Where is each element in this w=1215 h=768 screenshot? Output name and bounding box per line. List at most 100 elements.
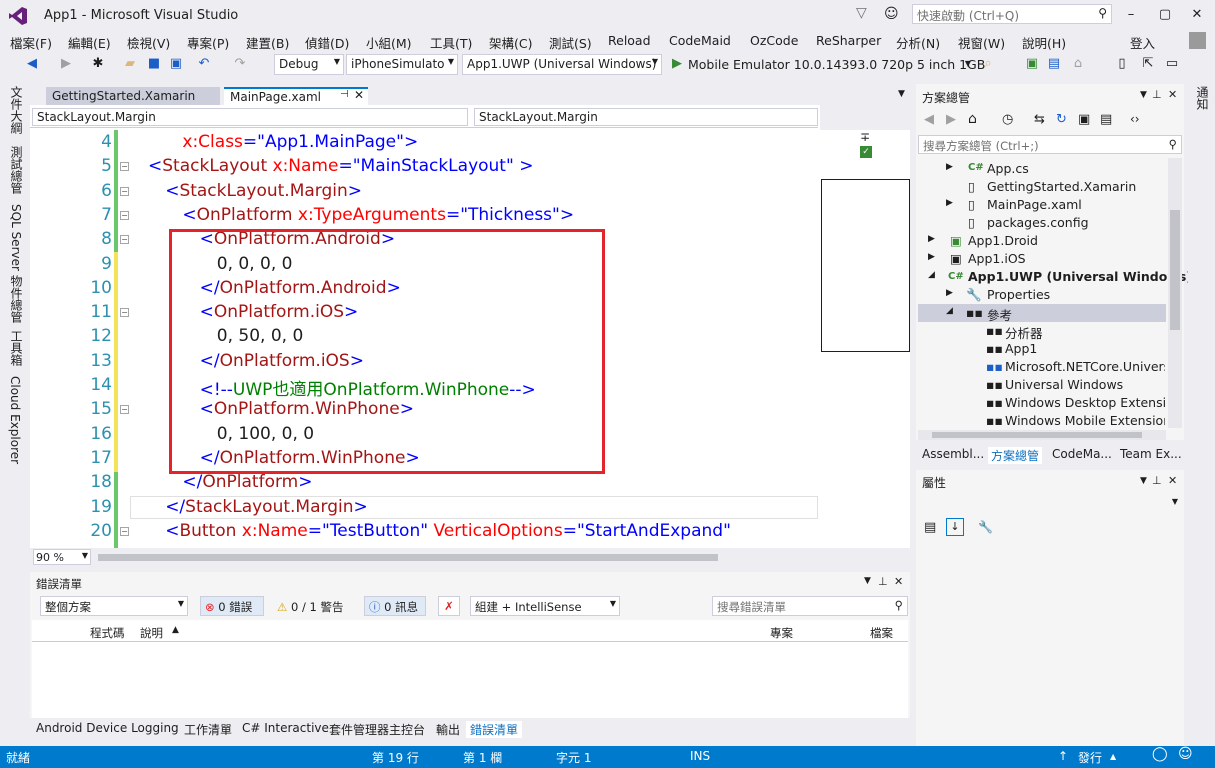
collapse-icon[interactable]: ◢ bbox=[928, 270, 935, 280]
code-line[interactable]: </StackLayout.Margin> bbox=[165, 497, 368, 517]
tree-item-references[interactable]: 參考 bbox=[987, 305, 1012, 324]
account-avatar-icon[interactable] bbox=[1189, 32, 1206, 49]
pin-icon[interactable]: ⊥ bbox=[1152, 474, 1162, 487]
find-in-files-icon[interactable]: ⌕ bbox=[980, 56, 996, 72]
zoom-dropdown[interactable]: 90 % ▼ bbox=[33, 549, 91, 565]
categorized-icon[interactable]: ▤ bbox=[924, 520, 936, 535]
menu-architecture[interactable]: 架構(C) bbox=[489, 33, 532, 52]
menu-analyze[interactable]: 分析(N) bbox=[896, 33, 940, 52]
tab-team-explorer[interactable]: Team Ex... bbox=[1120, 447, 1182, 461]
new-project-icon[interactable]: ✱ bbox=[90, 56, 106, 72]
collapse-all-icon[interactable]: ▣ bbox=[1078, 112, 1090, 127]
alphabetical-icon[interactable]: ↓ bbox=[946, 518, 964, 536]
history-icon[interactable]: ◷ bbox=[1002, 112, 1013, 127]
fold-toggle-icon[interactable]: − bbox=[120, 308, 129, 318]
code-line[interactable]: <StackLayout.Margin> bbox=[165, 181, 362, 201]
expand-icon[interactable]: ▶ bbox=[946, 198, 953, 208]
tab-solution-explorer[interactable]: 方案總管 bbox=[988, 447, 1043, 464]
solution-search-input[interactable]: 搜尋方案總管 (Ctrl+;) ⚲ bbox=[918, 135, 1182, 154]
scrollbar-thumb[interactable] bbox=[1170, 210, 1180, 330]
status-notification-icon[interactable]: ◯ bbox=[1152, 746, 1168, 762]
solution-configuration-dropdown[interactable]: Debug ▼ bbox=[274, 54, 344, 75]
solution-platform-dropdown[interactable]: iPhoneSimulato ▼ bbox=[346, 54, 458, 75]
expand-icon[interactable]: ▶ bbox=[928, 252, 935, 262]
run-target-button[interactable]: Mobile Emulator 10.0.14393.0 720p 5 inch… bbox=[688, 57, 985, 72]
column-description[interactable]: 說明 bbox=[140, 625, 163, 641]
menu-file[interactable]: 檔案(F) bbox=[10, 33, 52, 52]
save-all-icon[interactable]: ▣ bbox=[168, 56, 184, 72]
nav-right-dropdown[interactable]: StackLayout.Margin bbox=[474, 108, 818, 126]
tab-csharp-interactive[interactable]: C# Interactive bbox=[242, 721, 329, 735]
toolbox-icon[interactable]: ⌂ bbox=[1070, 56, 1086, 72]
build-filter-dropdown[interactable]: 組建 + IntelliSense ▼ bbox=[470, 596, 620, 616]
tab-assembly[interactable]: Assembl... bbox=[922, 447, 984, 461]
column-project[interactable]: 專案 bbox=[770, 625, 793, 641]
code-line[interactable]: <StackLayout x:Name="MainStackLayout" > bbox=[148, 156, 533, 176]
publish-chevron-icon[interactable]: ▲ bbox=[1110, 752, 1116, 761]
fold-toggle-icon[interactable]: − bbox=[120, 210, 129, 220]
pointer-icon[interactable]: ⇱ bbox=[1140, 56, 1156, 72]
notification-filter-icon[interactable]: ▽ bbox=[856, 6, 870, 20]
tree-item-packages-config[interactable]: packages.config bbox=[987, 215, 1089, 230]
tree-item-analyzers[interactable]: 分析器 bbox=[1005, 323, 1043, 342]
horizontal-scrollbar[interactable] bbox=[918, 430, 1166, 440]
emulator-icon[interactable]: ▤ bbox=[1046, 56, 1062, 72]
save-icon[interactable]: ■ bbox=[146, 56, 162, 72]
clear-filter-icon[interactable]: ✗ bbox=[438, 596, 460, 616]
startup-project-dropdown[interactable]: App1.UWP (Universal Windows) ▼ bbox=[462, 54, 662, 75]
tree-item-gettingstarted[interactable]: GettingStarted.Xamarin bbox=[987, 179, 1136, 194]
pin-icon[interactable]: ⊣ bbox=[340, 89, 349, 100]
menu-build[interactable]: 建置(B) bbox=[246, 33, 289, 52]
tab-package-manager-console[interactable]: 套件管理器主控台 bbox=[329, 721, 425, 738]
code-line[interactable]: <OnPlatform x:TypeArguments="Thickness"> bbox=[182, 205, 574, 225]
tab-toolbox[interactable]: 工具箱 bbox=[8, 330, 25, 366]
horizontal-scrollbar[interactable] bbox=[92, 550, 818, 564]
sign-in-link[interactable]: 登入 bbox=[1130, 33, 1155, 52]
column-code[interactable]: 程式碼 bbox=[90, 625, 125, 641]
errors-filter-button[interactable]: ⊗ 0 錯誤 bbox=[200, 596, 264, 616]
tab-error-list[interactable]: 錯誤清單 bbox=[466, 721, 523, 738]
code-line[interactable]: x:Class="App1.MainPage"> bbox=[182, 132, 418, 152]
menu-team[interactable]: 小組(M) bbox=[366, 33, 412, 52]
tree-item-ref-app1[interactable]: App1 bbox=[1005, 341, 1037, 356]
warnings-filter-button[interactable]: ⚠ 0 / 1 警告 bbox=[272, 596, 356, 616]
tab-codemaid[interactable]: CodeMa... bbox=[1052, 447, 1112, 461]
messages-filter-button[interactable]: ⓘ 0 訊息 bbox=[364, 596, 426, 616]
collapse-icon[interactable]: ◢ bbox=[946, 306, 953, 316]
undo-icon[interactable]: ↶ bbox=[196, 56, 212, 72]
fold-toggle-icon[interactable]: − bbox=[120, 235, 129, 245]
document-icon[interactable]: ▯ bbox=[1114, 56, 1130, 72]
property-pages-icon[interactable]: 🔧 bbox=[978, 520, 993, 534]
tree-item-mainpage-xaml[interactable]: MainPage.xaml bbox=[987, 197, 1082, 212]
redo-icon[interactable]: ↷ bbox=[232, 56, 248, 72]
feedback-icon[interactable]: ☺ bbox=[884, 6, 900, 22]
tree-item-app-cs[interactable]: App.cs bbox=[987, 161, 1029, 176]
minimap-viewport[interactable] bbox=[821, 179, 910, 352]
sync-icon[interactable]: ⇆ bbox=[1034, 112, 1045, 127]
tab-sql-server-explorer[interactable]: SQL Server 物件總管 bbox=[8, 204, 25, 323]
tree-item-universal-windows[interactable]: Universal Windows bbox=[1005, 377, 1123, 392]
show-all-files-icon[interactable]: ▤ bbox=[1100, 112, 1112, 127]
properties-object-dropdown[interactable]: ▼ bbox=[918, 494, 1182, 513]
view-code-icon[interactable]: ‹› bbox=[1130, 112, 1140, 126]
close-icon[interactable]: ✕ bbox=[354, 88, 364, 102]
menu-resharper[interactable]: ReSharper bbox=[816, 33, 881, 48]
tree-item-netcore[interactable]: Microsoft.NETCore.Universal bbox=[1005, 359, 1165, 374]
refresh-icon[interactable]: ↻ bbox=[1056, 112, 1067, 127]
menu-edit[interactable]: 編輯(E) bbox=[68, 33, 111, 52]
menu-window[interactable]: 視窗(W) bbox=[958, 33, 1005, 52]
tab-cloud-explorer[interactable]: Cloud Explorer bbox=[8, 376, 22, 464]
panel-menu-icon[interactable]: ▼ bbox=[1140, 476, 1147, 486]
menu-ozcode[interactable]: OzCode bbox=[750, 33, 798, 48]
tree-item-mobile-extensions[interactable]: Windows Mobile Extensions bbox=[1005, 413, 1165, 428]
error-grid[interactable] bbox=[32, 642, 908, 718]
tab-task-list[interactable]: 工作清單 bbox=[184, 721, 232, 738]
device-icon[interactable]: ▣ bbox=[1024, 56, 1040, 72]
tree-item-app1-droid[interactable]: App1.Droid bbox=[968, 233, 1038, 248]
run-dropdown-arrow-icon[interactable]: ▼ bbox=[960, 56, 976, 72]
pin-icon[interactable]: ⊥ bbox=[1152, 88, 1162, 101]
expand-icon[interactable]: ▶ bbox=[928, 234, 935, 244]
toolbar-options-icon[interactable]: ▭ bbox=[1164, 56, 1180, 72]
back-icon[interactable]: ◀ bbox=[924, 112, 934, 127]
tree-item-app1-uwp[interactable]: App1.UWP (Universal Windows) bbox=[968, 269, 1192, 284]
